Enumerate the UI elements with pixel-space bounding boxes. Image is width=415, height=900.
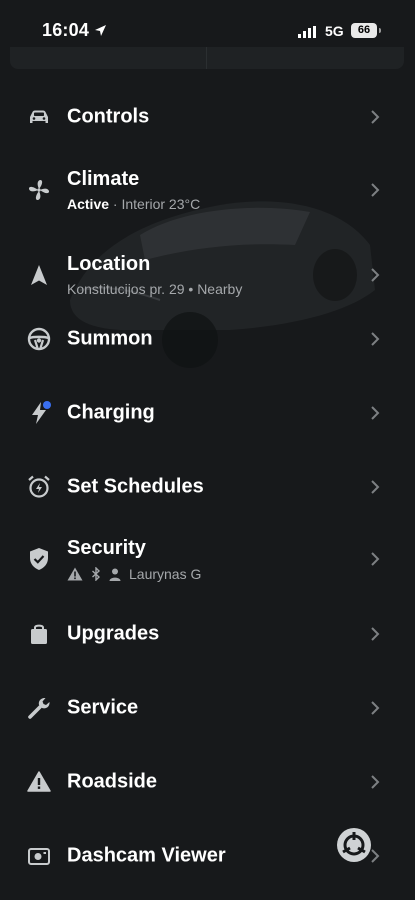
chevron-right-icon <box>371 552 380 566</box>
floating-support-button[interactable] <box>337 828 371 862</box>
bluetooth-icon <box>92 567 101 581</box>
dashcam-icon <box>28 848 50 865</box>
vehicle-menu: Controls Climate Active · Interior 23°C … <box>0 0 415 900</box>
alarm-clock-icon <box>28 475 50 498</box>
menu-item-location[interactable]: Location Konstitucijos pr. 29 • Nearby <box>0 245 415 305</box>
warning-icon <box>67 567 83 581</box>
chevron-right-icon <box>371 183 380 197</box>
chevron-right-icon <box>371 775 380 789</box>
menu-item-controls[interactable]: Controls <box>0 87 415 147</box>
menu-item-roadside[interactable]: Roadside <box>0 752 415 812</box>
menu-item-summon[interactable]: Summon <box>0 309 415 369</box>
menu-item-label: Summon <box>67 327 153 350</box>
climate-status: Active · Interior 23°C <box>67 196 200 212</box>
fan-icon <box>28 179 50 201</box>
chevron-right-icon <box>371 268 380 282</box>
shield-check-icon <box>30 548 48 570</box>
menu-item-upgrades[interactable]: Upgrades <box>0 604 415 664</box>
lifebuoy-icon <box>342 832 366 856</box>
menu-item-label: Dashcam Viewer <box>67 844 226 867</box>
menu-item-label: Charging <box>67 401 155 424</box>
menu-item-label: Security <box>67 537 146 559</box>
chevron-right-icon <box>371 406 380 420</box>
warning-triangle-icon <box>27 771 51 792</box>
security-status: Laurynas G <box>67 565 201 583</box>
menu-item-service[interactable]: Service <box>0 678 415 738</box>
menu-item-charging[interactable]: Charging <box>0 383 415 443</box>
wrench-icon <box>28 697 50 719</box>
menu-item-label: Service <box>67 696 139 719</box>
steering-wheel-icon <box>27 327 51 351</box>
menu-item-label: Set Schedules <box>67 475 204 498</box>
shopping-bag-icon <box>31 624 47 644</box>
charging-notification-dot <box>43 401 51 409</box>
menu-item-label: Roadside <box>67 770 158 793</box>
chevron-right-icon <box>371 701 380 715</box>
chevron-right-icon <box>371 110 380 124</box>
menu-item-label: Climate <box>67 168 140 190</box>
menu-item-set-schedules[interactable]: Set Schedules <box>0 457 415 517</box>
navigation-arrow-icon <box>31 265 47 285</box>
climate-active-text: Active <box>67 196 110 212</box>
security-user-name: Laurynas G <box>129 566 202 582</box>
location-address: Konstitucijos pr. 29 • Nearby <box>67 281 243 297</box>
menu-item-label: Location <box>67 253 151 275</box>
chevron-right-icon <box>371 480 380 494</box>
menu-item-label: Upgrades <box>67 622 160 645</box>
chevron-right-icon <box>371 627 380 641</box>
menu-item-security[interactable]: Security Laurynas G <box>0 529 415 589</box>
menu-item-label: Controls <box>67 105 150 128</box>
climate-detail-text: · Interior 23°C <box>109 196 201 212</box>
person-icon <box>109 568 121 581</box>
car-icon <box>30 110 48 123</box>
menu-item-climate[interactable]: Climate Active · Interior 23°C <box>0 160 415 220</box>
chevron-right-icon <box>371 332 380 346</box>
